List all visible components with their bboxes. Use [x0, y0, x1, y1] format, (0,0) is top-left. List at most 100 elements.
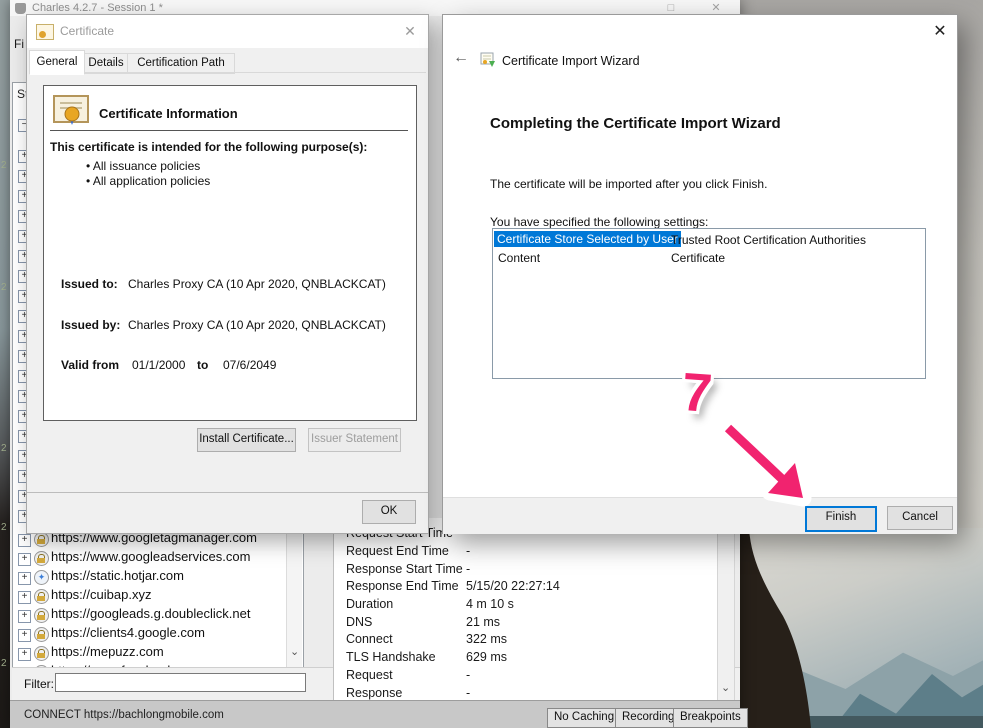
tree-expander-icon[interactable]: +	[18, 534, 31, 547]
ssl-lock-icon	[34, 532, 49, 547]
filter-input[interactable]	[55, 673, 306, 692]
ok-button[interactable]: OK	[362, 500, 416, 524]
timing-value: -	[466, 686, 470, 700]
scroll-down-icon[interactable]: ⌄	[721, 681, 730, 694]
issued-by-value: Charles Proxy CA (10 Apr 2020, QNBLACKCA…	[128, 318, 386, 332]
timing-label: TLS Handshake	[346, 650, 436, 664]
certificate-dialog-title: Certificate	[60, 24, 114, 38]
tree-expander-icon[interactable]: +	[18, 629, 31, 642]
timing-label: Request End Time	[346, 544, 449, 558]
ssl-lock-icon	[34, 627, 49, 642]
maximize-icon[interactable]: □	[662, 1, 680, 15]
url-list-item[interactable]: https://static.hotjar.com	[51, 568, 184, 583]
issued-to-value: Charles Proxy CA (10 Apr 2020, QNBLACKCA…	[128, 277, 386, 291]
timing-label: Response	[346, 686, 402, 700]
timing-label: Response End Time	[346, 579, 459, 593]
status-bar: CONNECT https://bachlongmobile.com No Ca…	[10, 700, 740, 728]
ssl-lock-icon	[34, 589, 49, 604]
timing-value: 21 ms	[466, 615, 500, 629]
valid-from-label: Valid from	[61, 358, 119, 372]
purpose-heading: This certificate is intended for the fol…	[50, 140, 367, 154]
close-icon[interactable]: ✕	[398, 21, 422, 41]
setting-name-selected[interactable]: Certificate Store Selected by User	[494, 231, 681, 247]
tree-expander-icon[interactable]: +	[18, 572, 31, 585]
url-list-item[interactable]: https://googleads.g.doubleclick.net	[51, 606, 250, 621]
timing-label: Request	[346, 668, 393, 682]
edge-mark: 2	[1, 658, 7, 669]
ssl-lock-icon	[34, 608, 49, 623]
timing-value: 4 m 10 s	[466, 597, 514, 611]
purpose-item: • All application policies	[86, 174, 210, 188]
issued-to-label: Issued to:	[61, 277, 118, 291]
desktop: 22222 Charles 4.2.7 - Session 1 * □ ✕ Fi…	[0, 0, 983, 728]
tab-divider	[29, 72, 426, 73]
timing-value: 629 ms	[466, 650, 507, 664]
tab-details[interactable]: Details	[84, 53, 128, 74]
issued-by-label: Issued by:	[61, 318, 120, 332]
url-list-item[interactable]: https://clients4.google.com	[51, 625, 205, 640]
charles-app-icon	[15, 3, 26, 14]
certificate-info-title: Certificate Information	[99, 106, 238, 121]
desktop-edge-strip: 22222	[0, 0, 10, 728]
menu-file-partial[interactable]: Fi	[14, 37, 24, 51]
install-certificate-button[interactable]: Install Certificate...	[197, 428, 296, 452]
tree-expander-icon[interactable]: +	[18, 553, 31, 566]
url-list-item[interactable]: https://www.googleadservices.com	[51, 549, 250, 564]
close-icon[interactable]: ✕	[707, 1, 725, 15]
setting-value[interactable]: Certificate	[671, 251, 725, 265]
ssl-lock-icon	[34, 551, 49, 566]
edge-mark: 2	[1, 443, 7, 454]
certificate-seal-icon	[53, 95, 91, 125]
certificate-icon	[36, 24, 54, 40]
setting-value[interactable]: Trusted Root Certification Authorities	[671, 233, 866, 247]
settings-label: You have specified the following setting…	[490, 215, 708, 229]
timing-label: DNS	[346, 615, 372, 629]
divider	[27, 492, 428, 493]
close-icon[interactable]: ✕	[927, 21, 953, 43]
timing-label: Duration	[346, 597, 393, 611]
arrow-annotation-icon	[695, 405, 825, 510]
timing-value: 5/15/20 22:27:14	[466, 579, 560, 593]
issuer-statement-button[interactable]: Issuer Statement	[308, 428, 401, 452]
url-list-item[interactable]: https://cuibap.xyz	[51, 587, 151, 602]
tree-expander-icon[interactable]: +	[18, 648, 31, 661]
wallpaper-silhouette	[733, 528, 833, 728]
certificate-import-icon	[480, 52, 496, 68]
tab-general[interactable]: General	[29, 50, 85, 75]
breakpoints-button[interactable]: Breakpoints	[673, 708, 748, 728]
tab-certification-path[interactable]: Certification Path	[127, 53, 235, 74]
status-connect-text: CONNECT https://bachlongmobile.com	[24, 709, 224, 721]
edge-mark: 2	[1, 160, 7, 171]
valid-to-word: to	[197, 358, 208, 372]
timing-value: -	[466, 668, 470, 682]
purpose-item: • All issuance policies	[86, 159, 200, 173]
recording-button[interactable]: Recording	[615, 708, 681, 728]
filter-label: Filter:	[24, 677, 54, 691]
timing-value: -	[466, 562, 470, 576]
scroll-down-icon[interactable]: ⌄	[290, 645, 299, 658]
setting-name[interactable]: Content	[498, 251, 540, 265]
timing-scrollbar[interactable]: ⌄	[717, 518, 735, 702]
tree-expander-icon[interactable]: +	[18, 591, 31, 604]
ssl-lock-icon	[34, 646, 49, 661]
valid-to-value: 07/6/2049	[223, 358, 276, 372]
certificate-dialog: Certificate ✕ General Details Certificat…	[27, 15, 428, 533]
cancel-button[interactable]: Cancel	[887, 506, 953, 530]
url-list-item[interactable]: https://mepuzz.com	[51, 644, 164, 659]
timing-value: 322 ms	[466, 632, 507, 646]
edge-mark: 2	[1, 282, 7, 293]
tree-expander-icon[interactable]: +	[18, 610, 31, 623]
divider	[50, 130, 408, 131]
wizard-heading: Completing the Certificate Import Wizard	[490, 115, 781, 132]
settings-listbox[interactable]: Certificate Store Selected by User Trust…	[492, 228, 926, 379]
charles-titlebar[interactable]: Charles 4.2.7 - Session 1 * □ ✕	[10, 0, 740, 16]
back-arrow-icon[interactable]: ←	[453, 49, 469, 67]
certificate-dialog-titlebar[interactable]: Certificate ✕	[27, 15, 428, 48]
certificate-info-box: Certificate Information This certificate…	[43, 85, 417, 421]
timing-label: Connect	[346, 632, 393, 646]
globe-icon: ✦	[34, 570, 49, 585]
valid-from-value: 01/1/2000	[132, 358, 185, 372]
no-caching-button[interactable]: No Caching	[547, 708, 621, 728]
wizard-header-title: Certificate Import Wizard	[502, 54, 640, 68]
timing-value: -	[466, 544, 470, 558]
